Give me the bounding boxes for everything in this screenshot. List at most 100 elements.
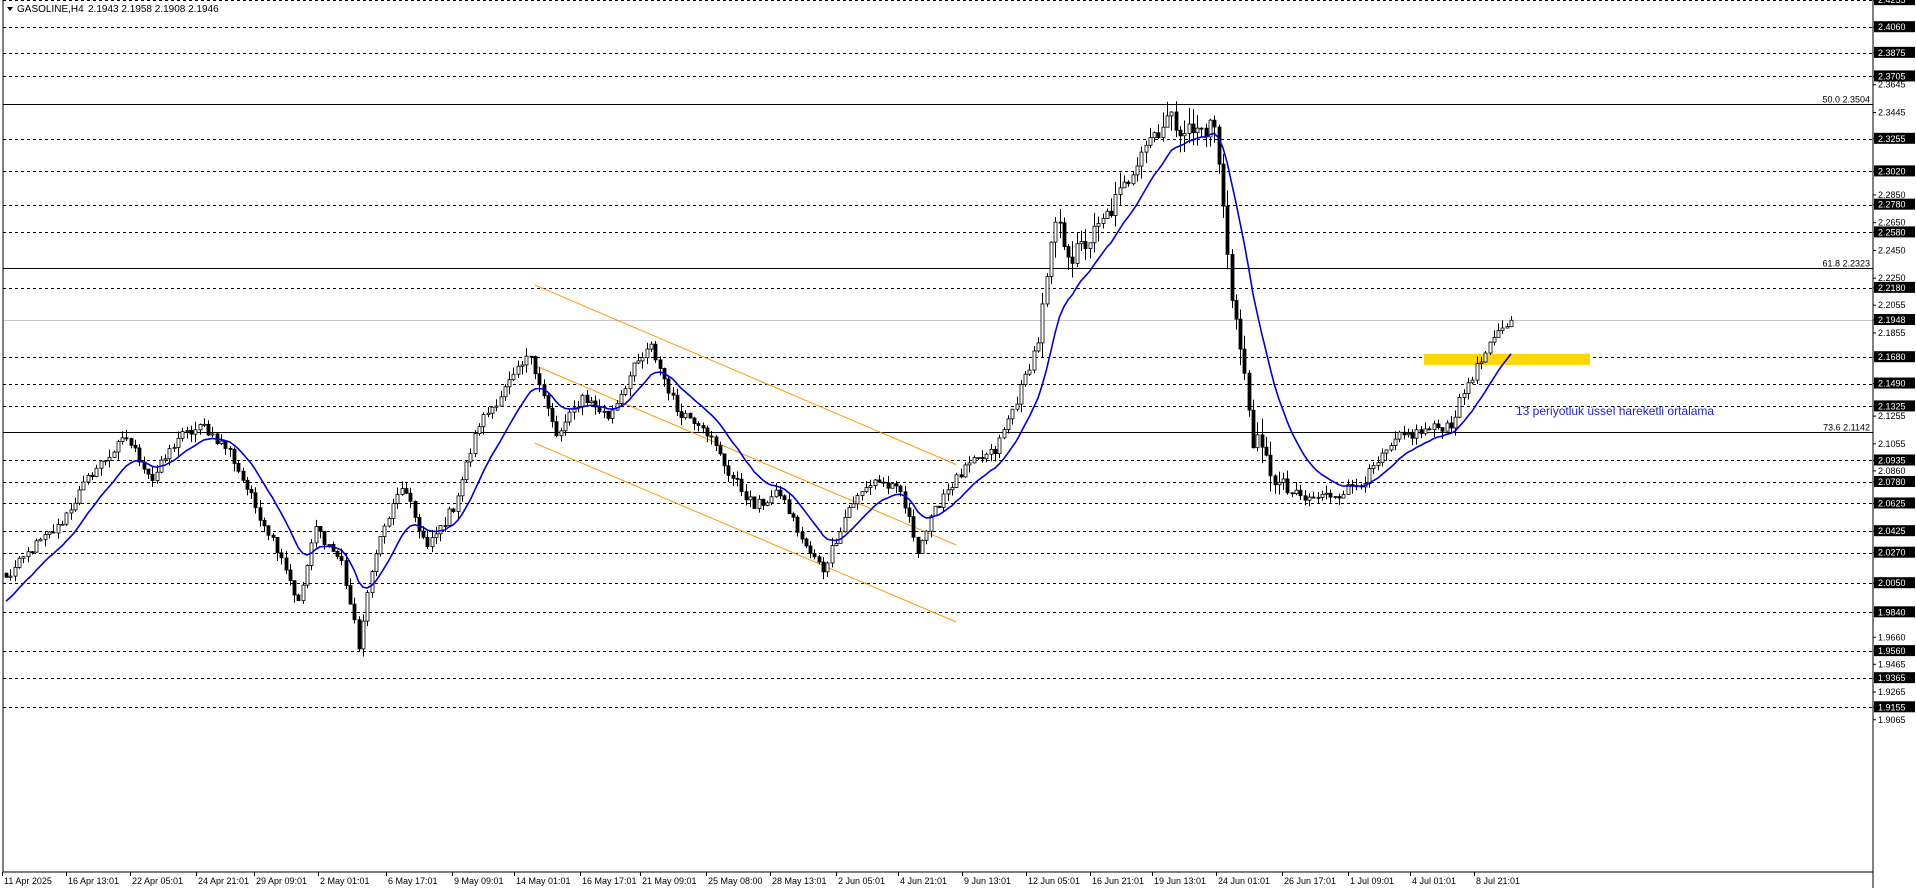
price-tick: 2.1680 — [1878, 352, 1906, 362]
price-tick: 2.1855 — [1878, 328, 1906, 338]
price-tick: 2.0860 — [1878, 466, 1906, 476]
price-tick: 2.2055 — [1878, 300, 1906, 310]
time-tick: 11 Apr 2025 — [4, 876, 52, 886]
price-tick: 2.2580 — [1878, 227, 1906, 237]
candle — [357, 616, 362, 652]
price-tick: 2.2180 — [1878, 283, 1906, 293]
time-tick: 2 May 01:01 — [320, 876, 370, 886]
price-tick: 1.9065 — [1878, 715, 1906, 725]
price-tick: 2.2780 — [1878, 200, 1906, 210]
time-tick: 8 Jul 21:01 — [1476, 876, 1520, 886]
symbol-label: GASOLINE,H4 — [17, 4, 84, 15]
candle — [752, 496, 757, 509]
price-tick: 1.9465 — [1878, 659, 1906, 669]
time-tick: 25 May 08:00 — [708, 876, 763, 886]
time-tick: 24 Jun 01:01 — [1218, 876, 1270, 886]
time-tick: 9 Jun 13:01 — [964, 876, 1011, 886]
price-tick: 2.3875 — [1878, 48, 1906, 58]
price-tick: 2.0050 — [1878, 578, 1906, 588]
price-tick: 2.4255 — [1878, 0, 1906, 5]
price-tick: 2.3645 — [1878, 80, 1906, 90]
time-tick: 4 Jul 01:01 — [1412, 876, 1456, 886]
price-tick: 1.9840 — [1878, 607, 1906, 617]
ema-annotation: 13 periyotluk üssel hareketli ortalama — [1516, 404, 1714, 418]
price-tick: 1.9155 — [1878, 702, 1906, 712]
candle — [954, 472, 959, 489]
annotations: 13 periyotluk üssel hareketli ortalama — [1516, 404, 1714, 418]
chart: 50.0 2.3504 61.8 2.2323 73.6 2.1142 13 per… — [0, 0, 1916, 888]
candle — [847, 505, 852, 518]
price-tick: 2.2850 — [1878, 190, 1906, 200]
candle — [4, 572, 9, 578]
price-tick: 2.0425 — [1878, 526, 1906, 536]
time-tick: 6 May 17:01 — [388, 876, 438, 886]
time-tick: 9 May 09:01 — [454, 876, 504, 886]
candle — [937, 505, 942, 509]
candle — [464, 460, 469, 483]
candle — [378, 536, 383, 557]
time-tick: 24 Apr 21:01 — [198, 876, 249, 886]
time-tick: 28 May 13:01 — [772, 876, 827, 886]
price-tick: 2.1490 — [1878, 379, 1906, 389]
time-tick: 4 Jun 21:01 — [900, 876, 947, 886]
candle — [64, 511, 69, 526]
candle — [309, 539, 314, 571]
ohlc-values: 2.1943 2.1958 2.1908 2.1946 — [88, 4, 219, 15]
time-tick: 19 Jun 13:01 — [1154, 876, 1206, 886]
price-tick: 1.9660 — [1878, 632, 1906, 642]
candle — [447, 506, 452, 527]
candle — [365, 589, 370, 627]
candle — [920, 539, 925, 554]
price-tick: 2.2250 — [1878, 273, 1906, 283]
time-tick: 14 May 01:01 — [516, 876, 571, 886]
time-tick: 16 May 17:01 — [582, 876, 637, 886]
time-tick: 22 Apr 05:01 — [132, 876, 183, 886]
time-tick: 16 Jun 21:01 — [1092, 876, 1144, 886]
time-tick: 29 Apr 09:01 — [256, 876, 307, 886]
candle — [963, 462, 968, 478]
candle — [933, 505, 938, 517]
candle — [688, 412, 693, 419]
candle — [1457, 393, 1462, 419]
candle — [1483, 350, 1488, 363]
price-tick: 1.9560 — [1878, 646, 1906, 656]
chart-background — [0, 0, 1916, 888]
fib-label-1: 61.8 2.2323 — [1822, 259, 1870, 269]
price-tick: 2.4060 — [1878, 22, 1906, 32]
time-tick: 1 Jul 09:01 — [1350, 876, 1394, 886]
price-tick: 1.9365 — [1878, 673, 1906, 683]
candle — [653, 340, 658, 363]
chart-svg: 50.0 2.3504 61.8 2.2323 73.6 2.1142 13 per… — [0, 0, 1916, 888]
candle — [301, 582, 306, 604]
price-tick: 2.0935 — [1878, 455, 1906, 465]
candle — [305, 564, 310, 589]
fib-label-2: 73.6 2.1142 — [1823, 423, 1870, 433]
time-tick: 21 May 09:01 — [642, 876, 697, 886]
candle — [1247, 370, 1252, 417]
candle — [387, 516, 392, 528]
price-tick: 2.1055 — [1878, 439, 1906, 449]
time-tick: 16 Apr 13:01 — [68, 876, 119, 886]
price-tick: 1.9265 — [1878, 687, 1906, 697]
price-tick: 2.1255 — [1878, 411, 1906, 421]
price-tick: 2.1948 — [1878, 315, 1906, 325]
price-tick: 2.3020 — [1878, 166, 1906, 176]
price-tick: 2.0780 — [1878, 477, 1906, 487]
candle — [890, 482, 895, 489]
candle — [1230, 249, 1235, 309]
price-tick: 2.0625 — [1878, 498, 1906, 508]
candle — [1488, 341, 1493, 355]
candle — [1045, 273, 1050, 307]
time-tick: 2 Jun 05:01 — [838, 876, 885, 886]
price-tick: 2.1325 — [1878, 401, 1906, 411]
chart-header: GASOLINE,H4 2.1943 2.1958 2.1908 2.1946 — [7, 4, 219, 15]
candle — [34, 538, 39, 553]
time-tick: 12 Jun 05:01 — [1028, 876, 1080, 886]
candle — [473, 430, 478, 458]
price-tick: 2.2450 — [1878, 245, 1906, 255]
candle — [296, 593, 301, 602]
fib-label-0: 50.0 2.3504 — [1822, 95, 1870, 105]
price-tick: 2.3255 — [1878, 134, 1906, 144]
candle — [17, 556, 22, 569]
time-tick: 26 Jun 17:01 — [1284, 876, 1336, 886]
